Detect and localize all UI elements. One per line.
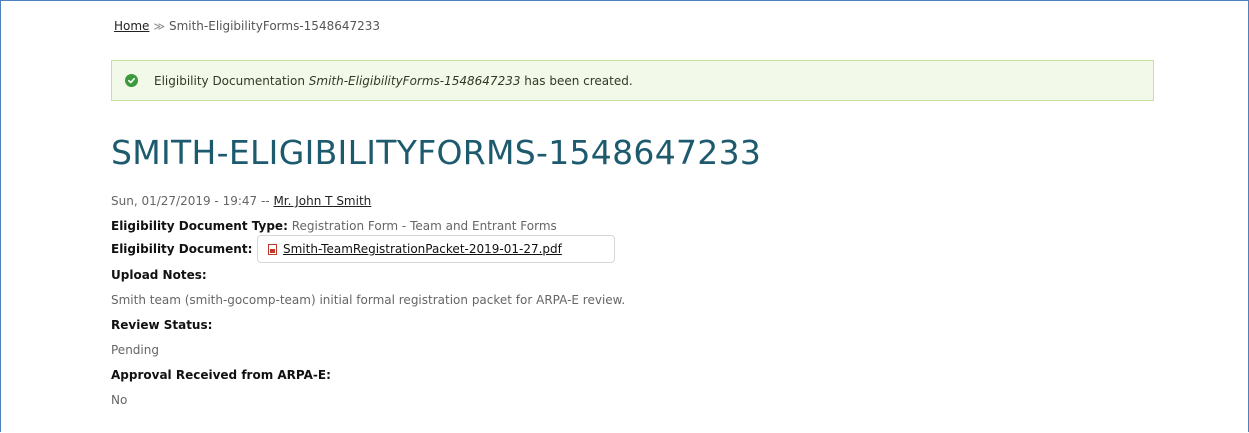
breadcrumb-current: Smith-EligibilityForms-1548647233 xyxy=(168,19,381,33)
field-approval-label-row: Approval Received from ARPA-E: xyxy=(111,368,331,382)
submitted-info: Sun, 01/27/2019 - 19:47 -- Mr. John T Sm… xyxy=(111,194,371,208)
page-frame: Home ≫ Smith-EligibilityForms-1548647233 E… xyxy=(0,0,1249,432)
page-title: SMITH-ELIGIBILITYFORMS-1548647233 xyxy=(111,133,762,172)
status-message-text: Eligibility Documentation Smith-Eligibil… xyxy=(154,74,633,88)
submitted-date: Sun, 01/27/2019 - 19:47 -- xyxy=(111,194,274,208)
breadcrumb-separator: ≫ xyxy=(153,20,165,33)
status-message-prefix: Eligibility Documentation xyxy=(154,73,309,88)
field-review-value-row: Pending xyxy=(111,343,159,357)
field-doc-label-row: Eligibility Document: xyxy=(111,242,252,256)
field-label: Eligibility Document Type: xyxy=(111,219,288,233)
field-label: Approval Received from ARPA-E: xyxy=(111,368,331,382)
field-label: Upload Notes: xyxy=(111,268,207,282)
field-doc-type: Eligibility Document Type: Registration … xyxy=(111,219,557,233)
check-circle-icon xyxy=(125,74,138,87)
status-message: Eligibility Documentation Smith-Eligibil… xyxy=(111,60,1154,101)
breadcrumb-home-link[interactable]: Home xyxy=(114,19,149,33)
field-notes-value-row: Smith team (smith-gocomp-team) initial f… xyxy=(111,293,625,307)
attached-file: Smith-TeamRegistrationPacket-2019-01-27.… xyxy=(257,235,615,263)
field-value: Pending xyxy=(111,343,159,357)
field-notes-label-row: Upload Notes: xyxy=(111,268,207,282)
attached-file-link[interactable]: Smith-TeamRegistrationPacket-2019-01-27.… xyxy=(283,242,562,256)
field-approval-value-row: No xyxy=(111,393,127,407)
pdf-file-icon xyxy=(268,243,277,255)
field-value: Registration Form - Team and Entrant For… xyxy=(291,219,557,233)
status-message-suffix: has been created. xyxy=(520,73,633,88)
field-review-label-row: Review Status: xyxy=(111,318,212,332)
field-label: Review Status: xyxy=(111,318,213,332)
field-value: No xyxy=(111,393,128,407)
field-label: Eligibility Document: xyxy=(111,242,253,256)
status-message-title: Smith-EligibilityForms-1548647233 xyxy=(308,73,521,88)
author-link[interactable]: Mr. John T Smith xyxy=(273,194,371,208)
breadcrumb: Home ≫ Smith-EligibilityForms-1548647233 xyxy=(114,19,380,33)
field-value: Smith team (smith-gocomp-team) initial f… xyxy=(111,293,626,307)
